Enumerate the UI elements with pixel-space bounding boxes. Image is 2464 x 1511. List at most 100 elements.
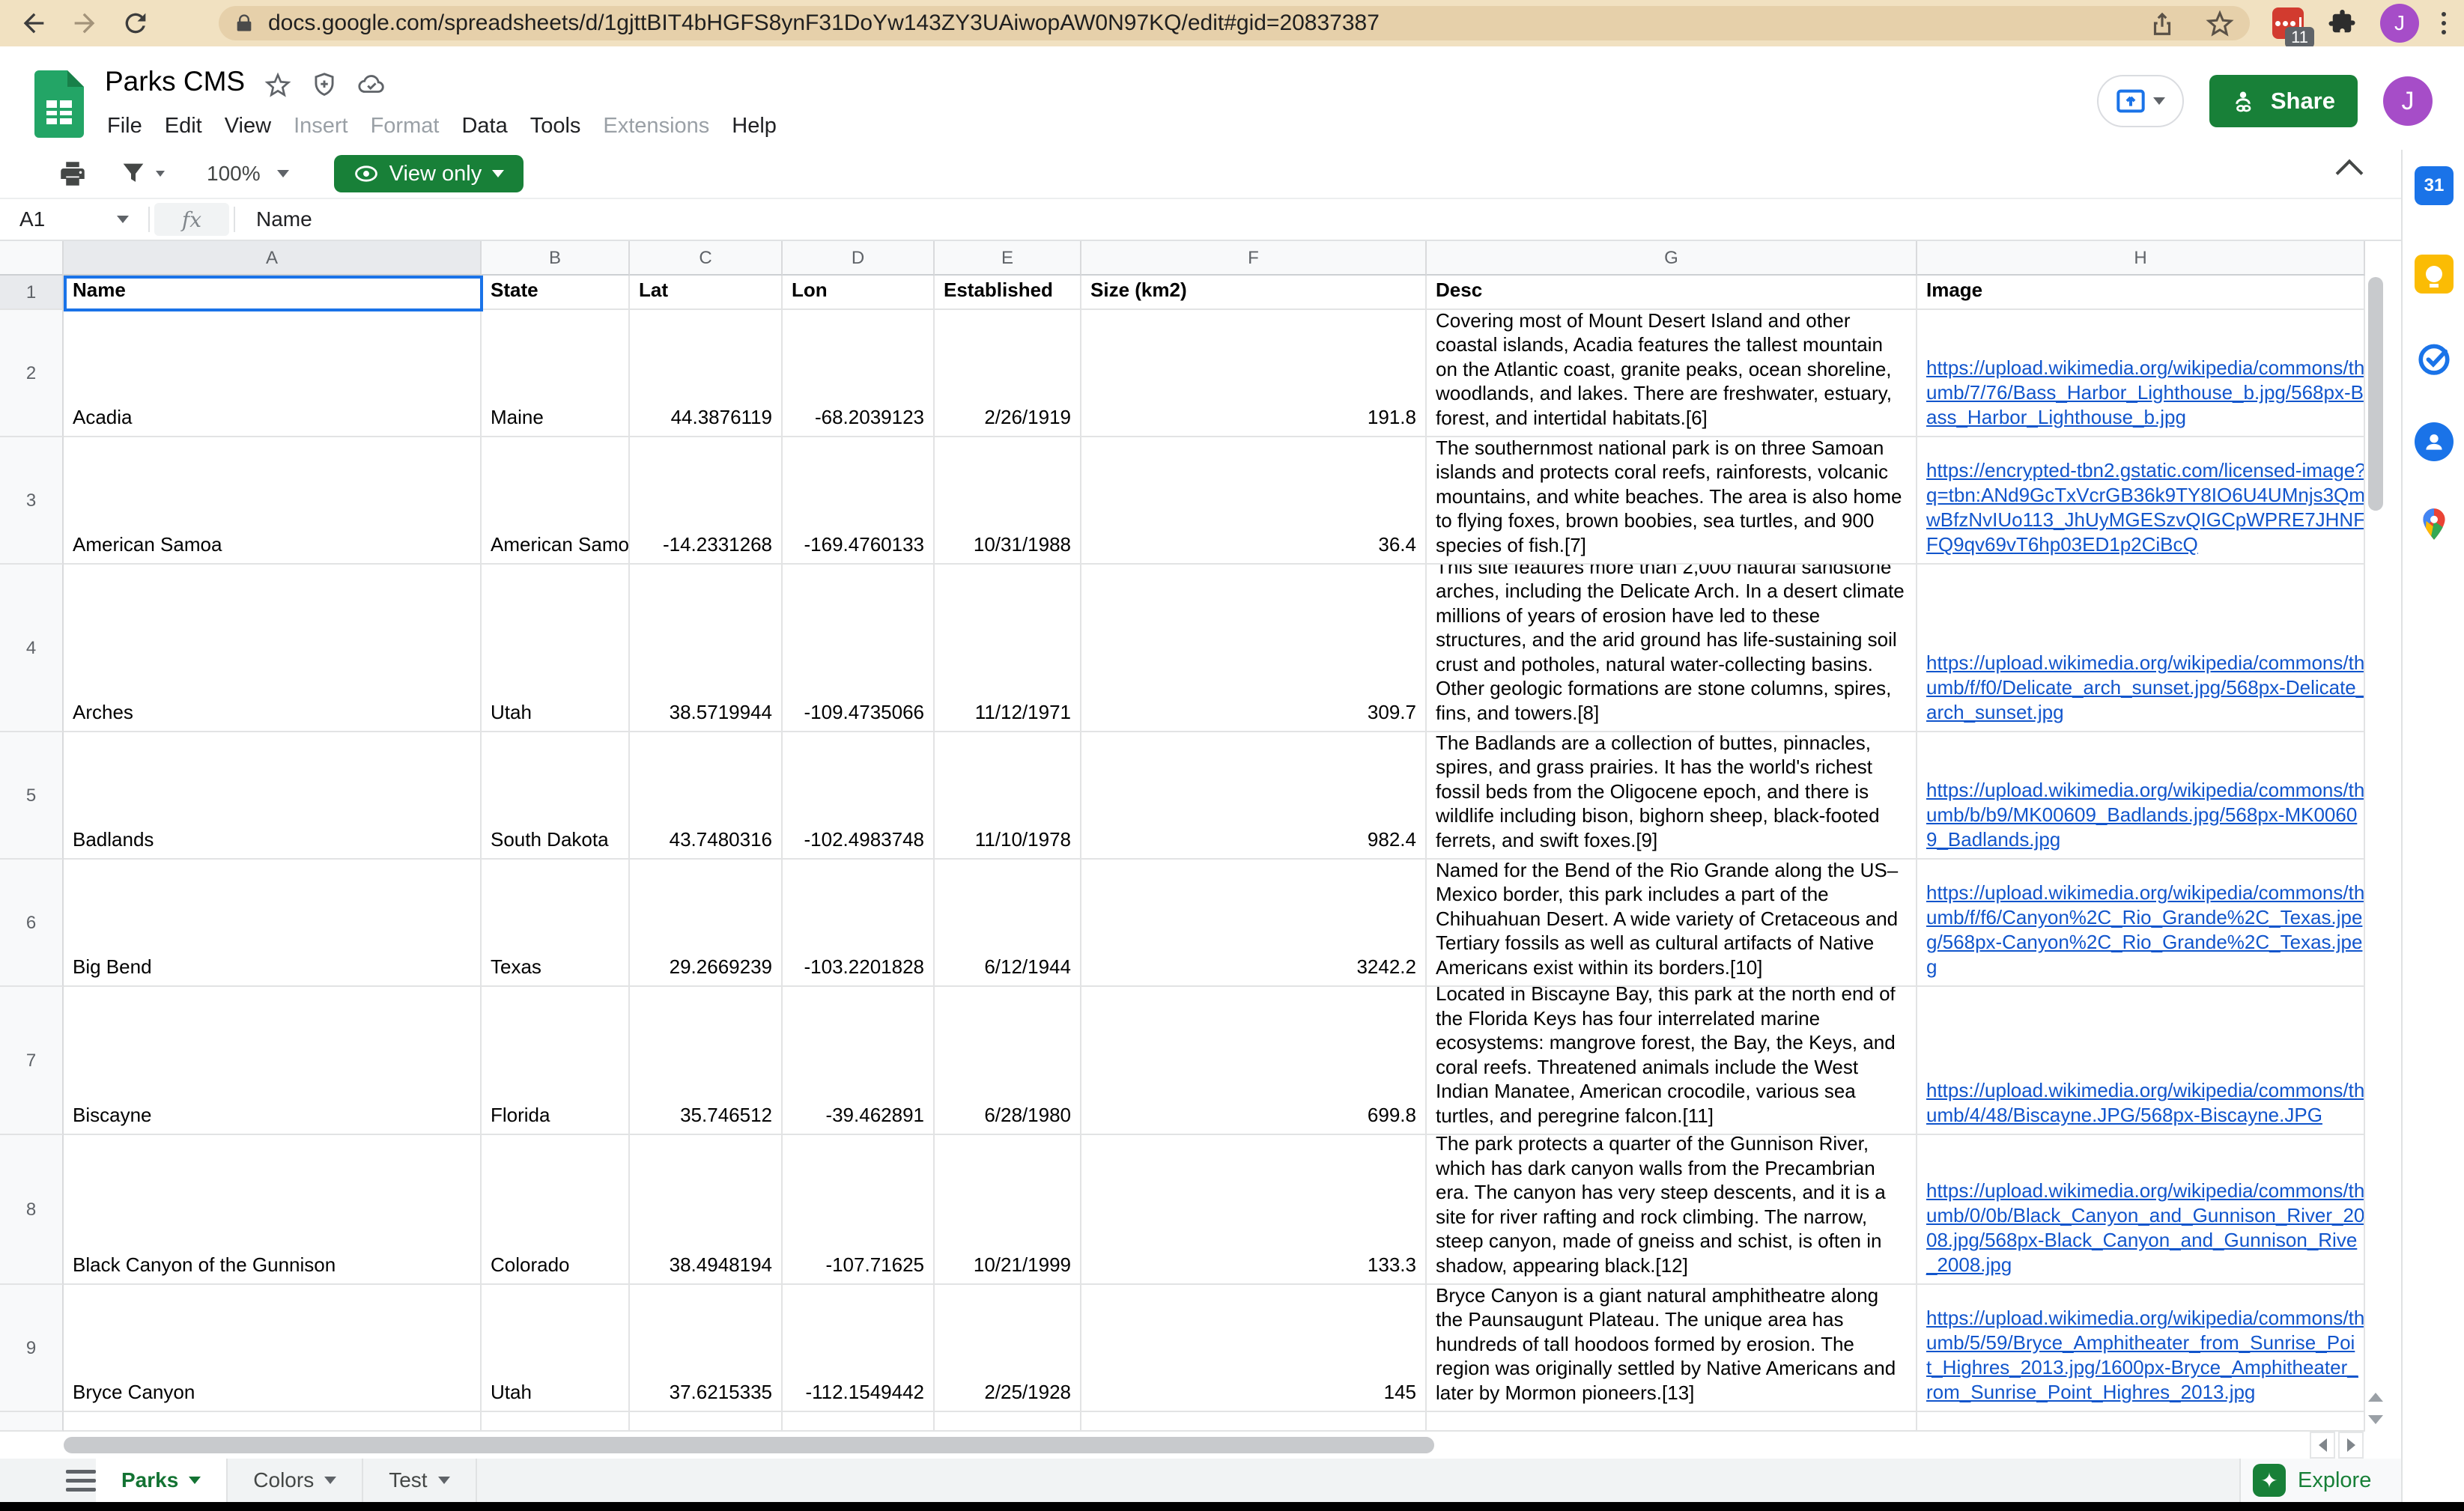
cell-image-link[interactable]: https://upload.wikimedia.org/wikipedia/c… [1917, 310, 2365, 437]
menu-file[interactable]: File [96, 109, 154, 143]
cell-park-name[interactable]: Bryce Canyon [64, 1285, 482, 1412]
cell-lat[interactable]: -14.2331268 [630, 437, 783, 565]
column-header-F[interactable]: F [1081, 241, 1427, 276]
select-all-corner[interactable] [0, 241, 64, 276]
cell-park-name[interactable]: Black Canyon of the Gunnison [64, 1135, 482, 1285]
row-number[interactable]: 8 [0, 1135, 64, 1285]
scroll-right-button[interactable] [2338, 1432, 2364, 1459]
cell-empty[interactable] [630, 1412, 783, 1432]
cell-B1[interactable]: State [482, 276, 630, 310]
row-number[interactable]: 2 [0, 310, 64, 437]
scroll-down-icon[interactable] [2368, 1415, 2383, 1424]
cell-F1[interactable]: Size (km2) [1081, 276, 1427, 310]
row-number[interactable] [0, 1412, 64, 1432]
column-header-G[interactable]: G [1427, 241, 1917, 276]
share-button[interactable]: Share [2209, 75, 2358, 127]
document-title[interactable]: Parks CMS [105, 66, 245, 97]
cell-desc[interactable]: Located in Biscayne Bay, this park at th… [1427, 987, 1917, 1135]
menu-data[interactable]: Data [450, 109, 518, 143]
cell-empty[interactable] [1427, 1412, 1917, 1432]
cell-lat[interactable]: 38.5719944 [630, 565, 783, 732]
browser-forward-icon[interactable] [67, 6, 102, 40]
cell-state[interactable]: American Samoa [482, 437, 630, 565]
cell-size[interactable]: 3242.2 [1081, 860, 1427, 987]
cell-established[interactable]: 6/12/1944 [935, 860, 1081, 987]
row-number[interactable]: 1 [0, 276, 64, 310]
cell-desc[interactable]: The Badlands are a collection of buttes,… [1427, 732, 1917, 860]
cell-desc[interactable]: Named for the Bend of the Rio Grande alo… [1427, 860, 1917, 987]
row-number[interactable]: 3 [0, 437, 64, 565]
cell-lon[interactable]: -112.1549442 [783, 1285, 935, 1412]
column-header-E[interactable]: E [935, 241, 1081, 276]
cell-lon[interactable]: -109.4735066 [783, 565, 935, 732]
contacts-icon[interactable] [2415, 422, 2454, 461]
cell-size[interactable]: 309.7 [1081, 565, 1427, 732]
row-number[interactable]: 4 [0, 565, 64, 732]
cell-empty[interactable] [1081, 1412, 1427, 1432]
cell-lon[interactable]: -68.2039123 [783, 310, 935, 437]
row-number[interactable]: 7 [0, 987, 64, 1135]
horizontal-scrollbar[interactable] [0, 1432, 2464, 1459]
all-sheets-icon[interactable] [66, 1459, 96, 1502]
cell-size[interactable]: 699.8 [1081, 987, 1427, 1135]
browser-back-icon[interactable] [16, 6, 51, 40]
cell-empty[interactable] [482, 1412, 630, 1432]
cell-park-name[interactable]: Biscayne [64, 987, 482, 1135]
cell-image-link[interactable]: https://upload.wikimedia.org/wikipedia/c… [1917, 1285, 2365, 1412]
cell-state[interactable]: Utah [482, 1285, 630, 1412]
vertical-scrollbar[interactable] [2365, 241, 2386, 1432]
cell-A1[interactable]: Name [64, 276, 482, 310]
cell-lon[interactable]: -103.2201828 [783, 860, 935, 987]
cell-size[interactable]: 982.4 [1081, 732, 1427, 860]
calendar-icon[interactable]: 31 [2415, 166, 2454, 205]
browser-share-icon[interactable] [2148, 9, 2176, 37]
cell-desc[interactable]: This site features more than 2,000 natur… [1427, 565, 1917, 732]
maps-icon[interactable] [2415, 505, 2454, 544]
cell-size[interactable]: 191.8 [1081, 310, 1427, 437]
cell-C1[interactable]: Lat [630, 276, 783, 310]
column-header-H[interactable]: H [1917, 241, 2365, 276]
cell-empty[interactable] [1917, 1412, 2365, 1432]
menu-insert[interactable]: Insert [282, 109, 359, 143]
cell-D1[interactable]: Lon [783, 276, 935, 310]
password-extension-icon[interactable]: 11 [2272, 7, 2304, 39]
sheets-logo-icon[interactable] [34, 70, 84, 142]
bookmark-star-icon[interactable] [2205, 8, 2235, 38]
cell-image-link[interactable]: https://encrypted-tbn2.gstatic.com/licen… [1917, 437, 2365, 565]
cell-state[interactable]: Florida [482, 987, 630, 1135]
shield-add-icon[interactable] [310, 70, 339, 99]
row-number[interactable]: 6 [0, 860, 64, 987]
cell-established[interactable]: 10/21/1999 [935, 1135, 1081, 1285]
filter-icon[interactable] [118, 159, 165, 189]
column-header-A[interactable]: A [64, 241, 482, 276]
menu-edit[interactable]: Edit [154, 109, 213, 143]
tasks-icon[interactable] [2415, 338, 2454, 377]
cell-park-name[interactable]: Arches [64, 565, 482, 732]
chevron-down-icon[interactable] [117, 216, 129, 223]
cell-image-link[interactable]: https://upload.wikimedia.org/wikipedia/c… [1917, 987, 2365, 1135]
formula-input[interactable]: Name [256, 207, 312, 231]
cell-E1[interactable]: Established [935, 276, 1081, 310]
row-number[interactable]: 5 [0, 732, 64, 860]
cell-image-link[interactable]: https://upload.wikimedia.org/wikipedia/c… [1917, 1135, 2365, 1285]
cell-size[interactable]: 145 [1081, 1285, 1427, 1412]
cell-established[interactable]: 10/31/1988 [935, 437, 1081, 565]
move-to-drive-button[interactable] [2097, 75, 2184, 127]
column-header-B[interactable]: B [482, 241, 630, 276]
cell-lat[interactable]: 38.4948194 [630, 1135, 783, 1285]
browser-profile-avatar[interactable]: J [2380, 4, 2419, 43]
cell-desc[interactable]: The park protects a quarter of the Gunni… [1427, 1135, 1917, 1285]
menu-help[interactable]: Help [720, 109, 788, 143]
cell-established[interactable]: 2/26/1919 [935, 310, 1081, 437]
cell-lat[interactable]: 29.2669239 [630, 860, 783, 987]
cell-park-name[interactable]: American Samoa [64, 437, 482, 565]
browser-address-bar[interactable]: docs.google.com/spreadsheets/d/1gjttBIT4… [219, 6, 2250, 40]
cell-state[interactable]: Maine [482, 310, 630, 437]
menu-tools[interactable]: Tools [519, 109, 592, 143]
cell-state[interactable]: Texas [482, 860, 630, 987]
sheet-tab-parks[interactable]: Parks [96, 1459, 228, 1502]
cell-state[interactable]: South Dakota [482, 732, 630, 860]
cell-established[interactable]: 6/28/1980 [935, 987, 1081, 1135]
cell-lon[interactable]: -107.71625 [783, 1135, 935, 1285]
browser-menu-icon[interactable] [2442, 12, 2446, 34]
